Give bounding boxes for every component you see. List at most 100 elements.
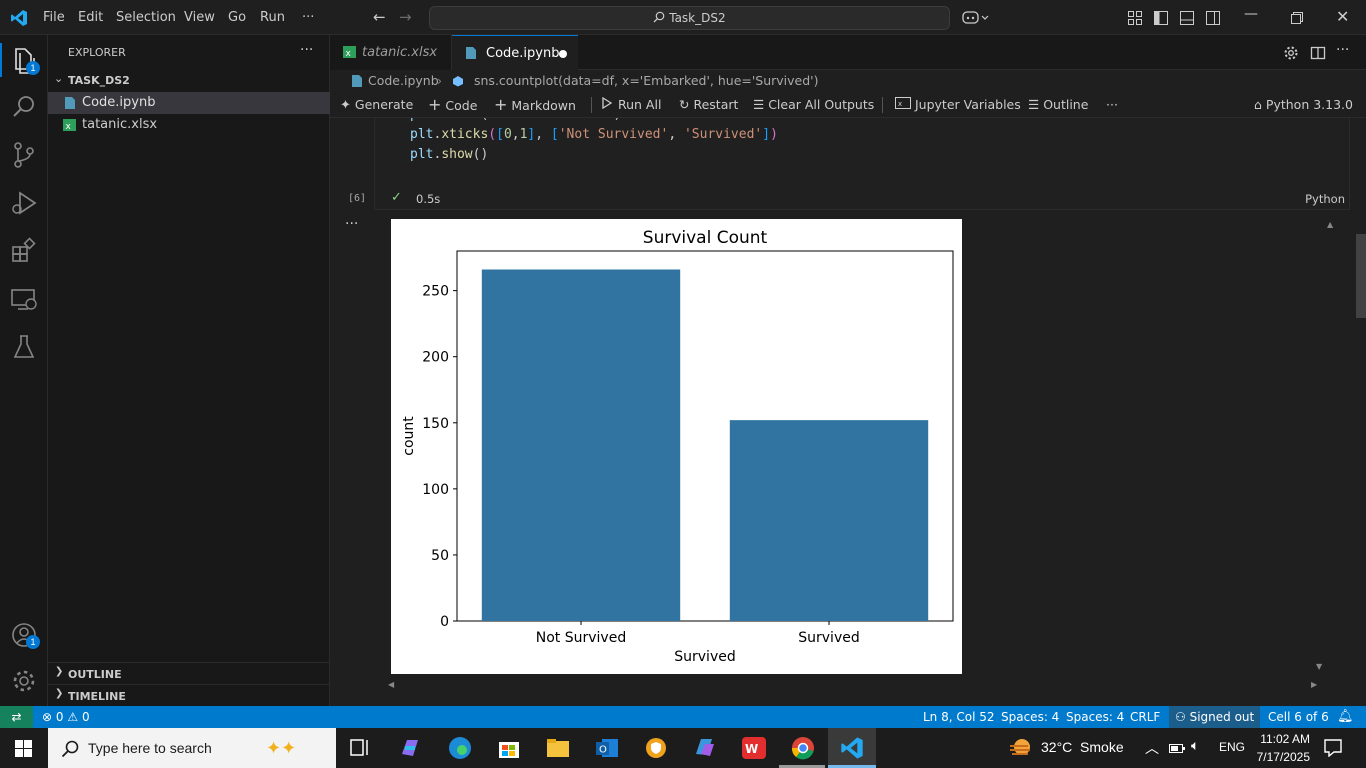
split-editor-icon[interactable]: [1310, 45, 1326, 61]
y-tick-label: 0: [440, 614, 449, 630]
timeline-title: TIMELINE: [68, 690, 126, 703]
menu-file[interactable]: File: [43, 0, 65, 35]
toggle-primary-sidebar-icon[interactable]: [1154, 11, 1168, 25]
language-indicator[interactable]: ENG: [1219, 740, 1245, 754]
vpn-shield-icon[interactable]: [643, 736, 669, 760]
chrome-icon[interactable]: [790, 736, 816, 760]
weather-text[interactable]: 32°C Smoke: [1041, 739, 1124, 755]
testing-button[interactable]: [8, 331, 40, 363]
wps-office-icon[interactable]: W: [741, 736, 767, 760]
code-line-1: plt.title('Survival Count'): [410, 118, 621, 122]
folder-row[interactable]: ⌄ TASK_DS2: [48, 70, 330, 92]
menu-edit[interactable]: Edit: [78, 0, 103, 35]
back-arrow-icon[interactable]: ←: [373, 8, 386, 26]
chevron-up-icon[interactable]: ︿: [1145, 738, 1159, 758]
outline-button[interactable]: ☰ Outline: [1028, 92, 1088, 118]
menu-selection[interactable]: Selection: [116, 0, 176, 35]
copilot-sparkle-icon: ✦✦: [266, 738, 297, 758]
run-all-button[interactable]: Run All: [602, 92, 661, 118]
copilot-app-icon[interactable]: [397, 736, 423, 760]
code-line-2: plt.xticks([0,1], ['Not Survived', 'Surv…: [410, 127, 778, 142]
menu-view[interactable]: View: [184, 0, 215, 35]
indentation-1[interactable]: Spaces: 4: [1001, 706, 1059, 728]
minimize-icon[interactable]: —: [1244, 6, 1258, 22]
windows-start-icon[interactable]: [15, 740, 33, 758]
weather-icon[interactable]: [1008, 737, 1034, 759]
notification-center-icon[interactable]: [1324, 739, 1342, 757]
breadcrumb-file[interactable]: Code.ipynb: [368, 70, 439, 92]
tab-tatanic-xlsx[interactable]: x tatanic.xlsx: [330, 35, 452, 70]
unsaved-dot-icon[interactable]: [559, 50, 567, 58]
explorer-sidebar: EXPLORER ··· ⌄ TASK_DS2 Code.ipynb x tat…: [48, 35, 330, 706]
clear-all-outputs-button[interactable]: ☰ Clear All Outputs: [753, 92, 874, 118]
kernel-picker[interactable]: ⌂ Python 3.13.0: [1254, 92, 1353, 118]
explorer-button[interactable]: 1: [8, 45, 40, 77]
toolbar-divider: [591, 97, 592, 113]
indentation-2[interactable]: Spaces: 4: [1066, 706, 1124, 728]
explorer-more-button[interactable]: ···: [300, 42, 313, 58]
problems-indicator[interactable]: ⊗ 0 ⚠ 0: [42, 706, 90, 728]
restore-icon[interactable]: [1291, 12, 1303, 24]
restart-button[interactable]: ↻ Restart: [679, 92, 738, 118]
menu-go[interactable]: Go: [228, 0, 246, 35]
volume-icon[interactable]: 🔈︎: [1191, 738, 1199, 754]
layout-customize-icon[interactable]: [1128, 11, 1142, 25]
menu-more[interactable]: ···: [302, 0, 314, 35]
add-markdown-button[interactable]: + Markdown: [494, 92, 576, 118]
task-view-icon[interactable]: [348, 736, 374, 760]
jupyter-variables-button[interactable]: x Jupyter Variables: [895, 92, 1021, 118]
source-control-button[interactable]: [8, 139, 40, 171]
menu-run[interactable]: Run: [260, 0, 285, 35]
toolbar-more-button[interactable]: ···: [1106, 92, 1118, 118]
clock[interactable]: 11:02 AM 7/17/2025: [1250, 730, 1310, 766]
close-icon[interactable]: ✕: [1336, 7, 1349, 26]
scroll-down-icon[interactable]: ▼: [1316, 662, 1322, 671]
extensions-button[interactable]: [8, 235, 40, 267]
breadcrumb-symbol[interactable]: sns.countplot(data=df, x='Embarked', hue…: [474, 70, 819, 92]
remote-indicator[interactable]: ⇄: [0, 706, 33, 728]
file-row-tatanic-xlsx[interactable]: x tatanic.xlsx: [48, 114, 330, 136]
search-icon: [61, 740, 79, 758]
account-status[interactable]: ⚇ Signed out: [1169, 706, 1261, 728]
file-explorer-icon[interactable]: [545, 736, 571, 760]
line-ending[interactable]: CRLF: [1130, 706, 1160, 728]
tab-code-ipynb[interactable]: Code.ipynb: [452, 35, 578, 70]
y-tick-label: 100: [422, 482, 449, 498]
forward-arrow-icon[interactable]: →: [399, 8, 412, 26]
generate-button[interactable]: ✦ Generate: [340, 92, 413, 118]
vscode-taskbar-button[interactable]: [828, 728, 876, 768]
outline-section[interactable]: ❯ OUTLINE: [48, 662, 330, 684]
cell-indicator[interactable]: Cell 6 of 6: [1268, 706, 1329, 728]
scroll-up-icon[interactable]: ▲: [1327, 220, 1333, 229]
toggle-panel-icon[interactable]: [1180, 11, 1194, 25]
vertical-scrollbar-thumb[interactable]: [1356, 234, 1366, 318]
timeline-section[interactable]: ❯ TIMELINE: [48, 684, 330, 706]
svg-text:x: x: [898, 100, 902, 108]
cell-language[interactable]: Python: [1305, 192, 1345, 206]
manage-button[interactable]: [8, 665, 40, 697]
command-center-search[interactable]: Task_DS2: [429, 6, 950, 30]
cursor-position[interactable]: Ln 8, Col 52: [923, 706, 995, 728]
remote-explorer-button[interactable]: [8, 283, 40, 315]
editor-more-icon[interactable]: ···: [1336, 42, 1349, 58]
add-code-button[interactable]: + Code: [428, 92, 477, 118]
markdown-label: Markdown: [511, 98, 576, 113]
file-row-code-ipynb[interactable]: Code.ipynb: [48, 92, 330, 114]
battery-icon[interactable]: [1169, 742, 1185, 754]
scroll-right-icon[interactable]: ▶: [1311, 680, 1317, 689]
microsoft-365-icon[interactable]: [692, 736, 718, 760]
accounts-button[interactable]: 1: [8, 619, 40, 651]
run-debug-button[interactable]: [8, 187, 40, 219]
code-cell[interactable]: plt.title('Survival Count') plt.xticks([…: [374, 118, 1350, 210]
scroll-left-icon[interactable]: ◀: [388, 680, 394, 689]
taskbar-search[interactable]: Type here to search ✦✦: [48, 728, 336, 768]
toggle-secondary-sidebar-icon[interactable]: [1206, 11, 1220, 25]
copilot-icon[interactable]: [962, 10, 990, 26]
output-more-button[interactable]: ···: [345, 216, 358, 232]
edge-browser-icon[interactable]: [447, 736, 473, 760]
search-button[interactable]: [8, 91, 40, 123]
gear-icon[interactable]: [1283, 45, 1299, 61]
notifications-bell-icon[interactable]: 🔔︎: [1337, 706, 1354, 728]
microsoft-store-icon[interactable]: [496, 736, 522, 760]
outlook-icon[interactable]: O: [594, 736, 620, 760]
